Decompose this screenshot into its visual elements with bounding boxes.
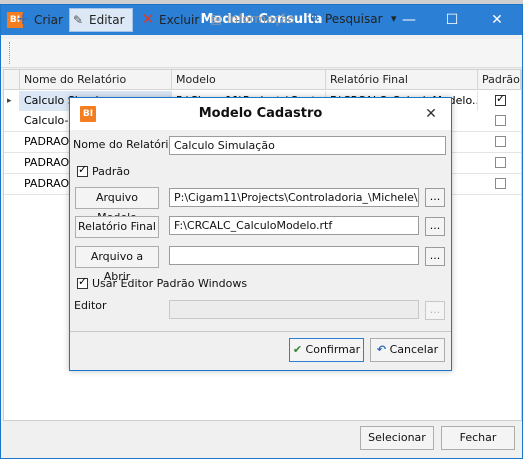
- arquivo-abrir-browse-button[interactable]: ...: [425, 247, 445, 266]
- toolbar-grip: [9, 42, 12, 64]
- excluir-button[interactable]: ✕ Excluir: [140, 8, 200, 30]
- cancelar-button[interactable]: ↶ Cancelar: [370, 338, 445, 362]
- row-indicator-icon: ▸: [4, 91, 20, 111]
- editor-browse-button[interactable]: ...: [425, 301, 445, 320]
- usar-editor-label: Usar Editor Padrão Windows: [92, 277, 248, 290]
- criar-button[interactable]: + Criar: [15, 8, 63, 30]
- search-icon: ⚲: [309, 12, 319, 26]
- informacao-button[interactable]: ▤ Informação: [208, 8, 295, 30]
- padrao-checkbox[interactable]: [495, 178, 506, 189]
- padrao-checkbox[interactable]: [495, 92, 506, 106]
- relatorio-final-button[interactable]: Relatório Final: [75, 216, 159, 238]
- editor-label: Editor: [74, 299, 107, 312]
- arquivo-abrir-button[interactable]: Arquivo a Abrir: [75, 246, 159, 283]
- arquivo-modelo-browse-button[interactable]: ...: [425, 188, 445, 207]
- selecionar-button[interactable]: Selecionar: [360, 426, 434, 450]
- minimize-button[interactable]: —: [394, 5, 424, 35]
- dialog-close-button[interactable]: ✕: [416, 98, 446, 130]
- pesquisar-button[interactable]: ⚲ Pesquisar: [306, 8, 383, 30]
- pesquisar-label: Pesquisar: [325, 12, 383, 26]
- dialog-title: Modelo Cadastro: [198, 106, 323, 121]
- close-button[interactable]: ✕: [482, 5, 512, 35]
- fechar-button[interactable]: Fechar: [441, 426, 515, 450]
- informacao-label: Informação: [227, 12, 295, 26]
- column-header-nome[interactable]: Nome do Relatório: [20, 70, 172, 90]
- edit-pencil-icon: ✎: [72, 13, 84, 27]
- editar-label: Editar: [89, 13, 125, 27]
- pesquisar-dropdown-icon[interactable]: ▾: [391, 8, 397, 30]
- nome-relatorio-label: Nome do Relatório: [73, 138, 176, 151]
- usar-editor-checkbox[interactable]: [77, 275, 88, 289]
- undo-arrow-icon: ↶: [376, 343, 387, 356]
- grid-header-corner: [4, 70, 20, 90]
- padrao-checkbox[interactable]: [495, 157, 506, 168]
- dialog-separator: [70, 331, 451, 332]
- padrao-checkbox[interactable]: [77, 163, 88, 177]
- criar-label: Criar: [34, 13, 63, 27]
- info-card-icon: ▤: [210, 12, 222, 26]
- cancelar-label: Cancelar: [389, 343, 439, 356]
- column-header-padrao[interactable]: Padrão: [478, 70, 521, 90]
- delete-x-icon: ✕: [141, 10, 155, 28]
- padrao-label: Padrão: [92, 165, 130, 178]
- editor-input[interactable]: [169, 300, 419, 319]
- padrao-checkbox[interactable]: [495, 136, 506, 147]
- arquivo-modelo-input[interactable]: P:\Cigam11\Projects\Controladoria_\Miche…: [169, 188, 419, 207]
- confirmar-button[interactable]: ✔ Confirmar: [289, 338, 364, 362]
- plus-icon: +: [16, 9, 30, 28]
- modelo-cadastro-dialog: BI Modelo Cadastro ✕ Nome do Relatório C…: [69, 97, 452, 371]
- maximize-button[interactable]: ☐: [437, 5, 467, 35]
- padrao-checkbox[interactable]: [495, 115, 506, 126]
- checkmark-icon: ✔: [292, 343, 303, 356]
- toolbar: [1, 39, 522, 68]
- confirmar-label: Confirmar: [305, 343, 361, 356]
- relatorio-final-browse-button[interactable]: ...: [425, 217, 445, 236]
- arquivo-modelo-button[interactable]: Arquivo Modelo: [75, 187, 159, 224]
- nome-relatorio-input[interactable]: Calculo Simulação: [169, 136, 446, 155]
- relatorio-final-input[interactable]: F:\CRCALC_CalculoModelo.rtf: [169, 216, 419, 235]
- column-header-relatorio-final[interactable]: Relatório Final: [326, 70, 478, 90]
- excluir-label: Excluir: [159, 13, 200, 27]
- arquivo-abrir-input[interactable]: [169, 246, 419, 265]
- editar-button[interactable]: ✎ Editar: [69, 8, 133, 32]
- column-header-modelo[interactable]: Modelo: [172, 70, 326, 90]
